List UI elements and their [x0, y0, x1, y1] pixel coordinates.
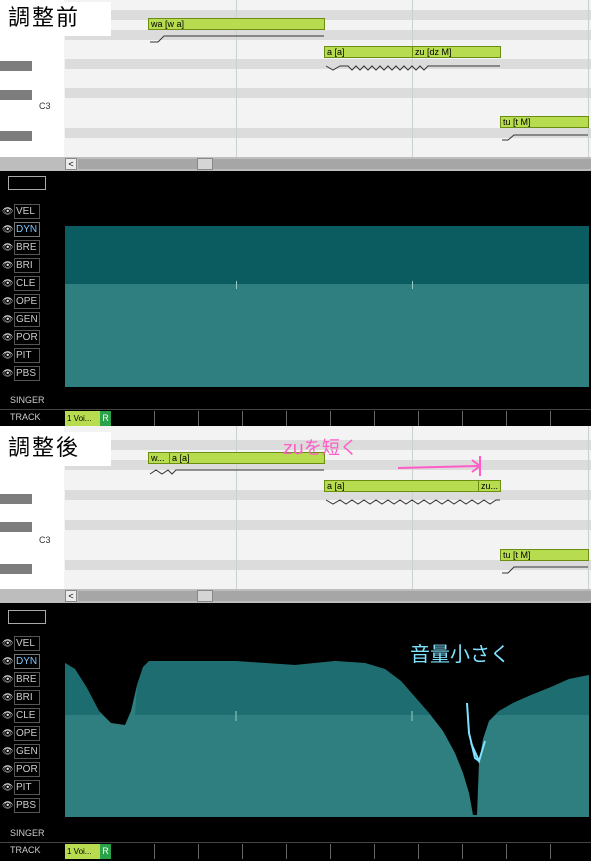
param-bri[interactable]: 👁 BRI — [0, 258, 64, 274]
track-tab[interactable]: 1 Voi... — [65, 411, 100, 426]
param-gen[interactable]: 👁 GEN — [0, 312, 64, 328]
track-row[interactable]: TRACK 1 Voi... R — [0, 409, 591, 426]
eye-icon[interactable]: 👁 — [2, 746, 13, 756]
eye-icon[interactable]: 👁 — [2, 368, 13, 378]
eye-icon[interactable]: 👁 — [2, 800, 13, 810]
control-track-panel[interactable]: 👁 VEL 👁 DYN 👁 BRE 👁 BRI 👁 CLE 👁 OPE 👁 GEN 👁 POR … — [0, 171, 591, 393]
param-vel[interactable]: 👁 VEL — [0, 204, 64, 220]
eye-icon[interactable]: 👁 — [2, 692, 13, 702]
eye-icon[interactable]: 👁 — [2, 242, 13, 252]
eye-icon[interactable]: 👁 — [2, 206, 13, 216]
param-ope[interactable]: 👁 OPE — [0, 726, 64, 742]
horizontal-scrollbar[interactable]: < — [0, 157, 591, 171]
dynamics-curve-area[interactable]: 音量小さく — [65, 603, 589, 826]
param-dyn[interactable]: 👁 DYN — [0, 222, 64, 238]
param-pbs[interactable]: 👁 PBS — [0, 798, 64, 814]
eye-icon[interactable]: 👁 — [2, 764, 13, 774]
eye-icon[interactable]: 👁 — [2, 782, 13, 792]
eye-icon[interactable]: 👁 — [2, 260, 13, 270]
eye-icon[interactable]: 👁 — [2, 728, 13, 738]
horizontal-scrollbar[interactable]: < — [0, 589, 591, 603]
annotation-volume: 音量小さく — [410, 642, 510, 666]
param-dyn[interactable]: 👁 DYN — [0, 654, 64, 670]
param-bri[interactable]: 👁 BRI — [0, 690, 64, 706]
singer-row: SINGER — [0, 393, 591, 409]
param-por[interactable]: 👁 POR — [0, 330, 64, 346]
scroll-thumb[interactable] — [197, 590, 213, 602]
singer-row: SINGER — [0, 826, 591, 842]
dynamics-curve-area[interactable] — [65, 171, 589, 393]
scroll-left-button[interactable]: < — [65, 590, 77, 602]
eye-icon[interactable]: 👁 — [2, 224, 13, 234]
eye-icon[interactable]: 👁 — [2, 710, 13, 720]
track-row[interactable]: TRACK 1 Voi... R — [0, 842, 591, 861]
eye-icon[interactable]: 👁 — [2, 314, 13, 324]
eye-icon[interactable]: 👁 — [2, 350, 13, 360]
pitch-curves — [150, 35, 588, 141]
piano-roll-after[interactable]: C3 調整後 w... a [a] a [a] zu... tu [t M] z… — [0, 426, 591, 589]
eye-icon[interactable]: 👁 — [2, 332, 13, 342]
track-r-indicator[interactable]: R — [100, 844, 111, 859]
dynamics-fill-upper — [65, 226, 589, 284]
param-ope[interactable]: 👁 OPE — [0, 294, 64, 310]
eye-icon[interactable]: 👁 — [2, 674, 13, 684]
scroll-thumb[interactable] — [197, 158, 213, 170]
annotation-shorten: zuを短く — [283, 438, 358, 459]
param-pit[interactable]: 👁 PIT — [0, 780, 64, 796]
piano-roll-before[interactable]: C3 調整前 wa [w a] a [a] zu [dz M] tu [t M] — [0, 0, 591, 157]
eye-icon[interactable]: 👁 — [2, 656, 13, 666]
eye-icon[interactable]: 👁 — [2, 296, 13, 306]
param-bre[interactable]: 👁 BRE — [0, 240, 64, 256]
eye-icon[interactable]: 👁 — [2, 278, 13, 288]
value-box[interactable] — [8, 610, 46, 624]
param-vel[interactable]: 👁 VEL — [0, 636, 64, 652]
dynamics-fill — [65, 284, 589, 387]
param-pbs[interactable]: 👁 PBS — [0, 366, 64, 382]
dynamics-curve — [65, 603, 589, 826]
param-cle[interactable]: 👁 CLE — [0, 708, 64, 724]
track-tab[interactable]: 1 Voi... — [65, 844, 100, 859]
control-track-panel[interactable]: 👁 VEL 👁 DYN 👁 BRE 👁 BRI 👁 CLE 👁 OPE 👁 GEN 👁 POR … — [0, 603, 591, 826]
param-cle[interactable]: 👁 CLE — [0, 276, 64, 292]
track-r-indicator[interactable]: R — [100, 411, 111, 426]
param-por[interactable]: 👁 POR — [0, 762, 64, 778]
scroll-left-button[interactable]: < — [65, 158, 77, 170]
eye-icon[interactable]: 👁 — [2, 638, 13, 648]
param-bre[interactable]: 👁 BRE — [0, 672, 64, 688]
param-pit[interactable]: 👁 PIT — [0, 348, 64, 364]
value-box[interactable] — [8, 176, 46, 190]
param-gen[interactable]: 👁 GEN — [0, 744, 64, 760]
